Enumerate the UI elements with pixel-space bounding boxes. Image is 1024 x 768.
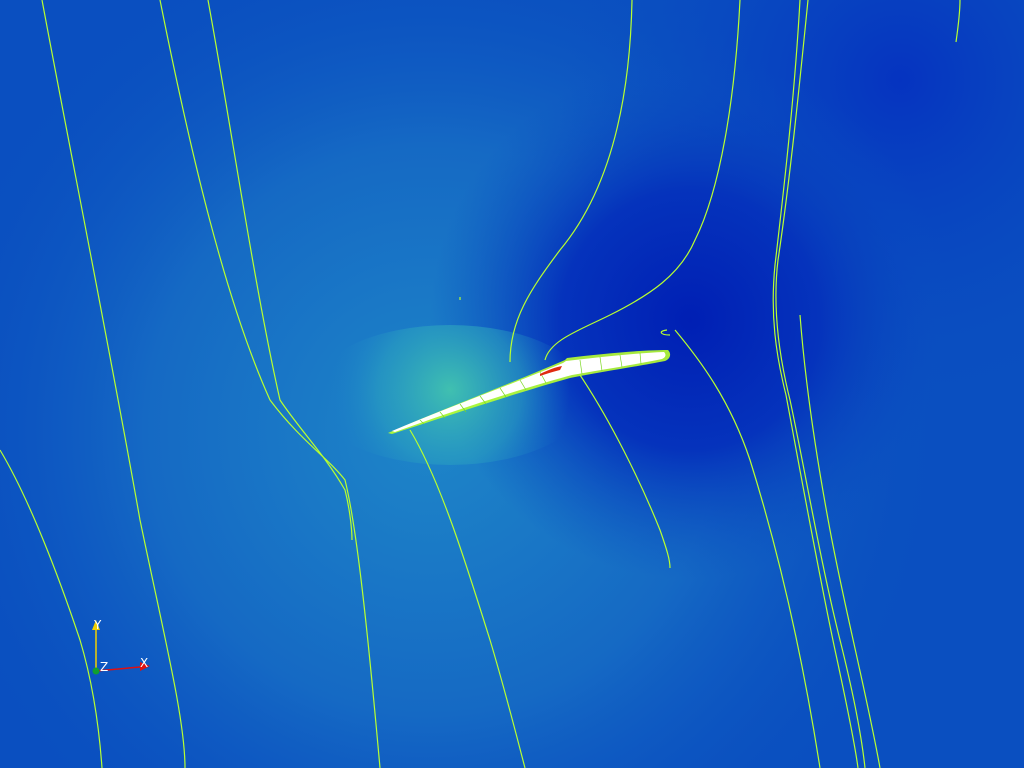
flow-field-scene[interactable]: Y X Z	[0, 0, 1024, 768]
render-viewport[interactable]: Y X Z	[0, 0, 1024, 768]
z-axis-label: Z	[100, 660, 108, 674]
x-axis-label: X	[140, 656, 148, 670]
z-axis-dot	[92, 667, 100, 675]
y-axis-label: Y	[93, 618, 102, 632]
contour-region-leading-edge	[310, 325, 590, 465]
